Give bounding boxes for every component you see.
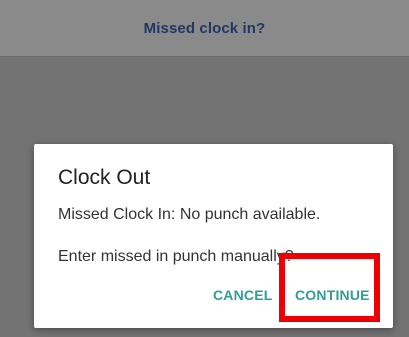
dialog-title: Clock Out xyxy=(58,166,151,189)
continue-button[interactable]: CONTINUE xyxy=(295,287,370,303)
clock-out-dialog: Clock Out Missed Clock In: No punch avai… xyxy=(34,144,393,328)
dialog-question: Enter missed in punch manually? xyxy=(58,248,294,265)
cancel-button[interactable]: CANCEL xyxy=(213,287,273,303)
app-header: Missed clock in? xyxy=(0,0,409,57)
dialog-message: Missed Clock In: No punch available. xyxy=(58,206,321,223)
header-title: Missed clock in? xyxy=(143,19,266,37)
